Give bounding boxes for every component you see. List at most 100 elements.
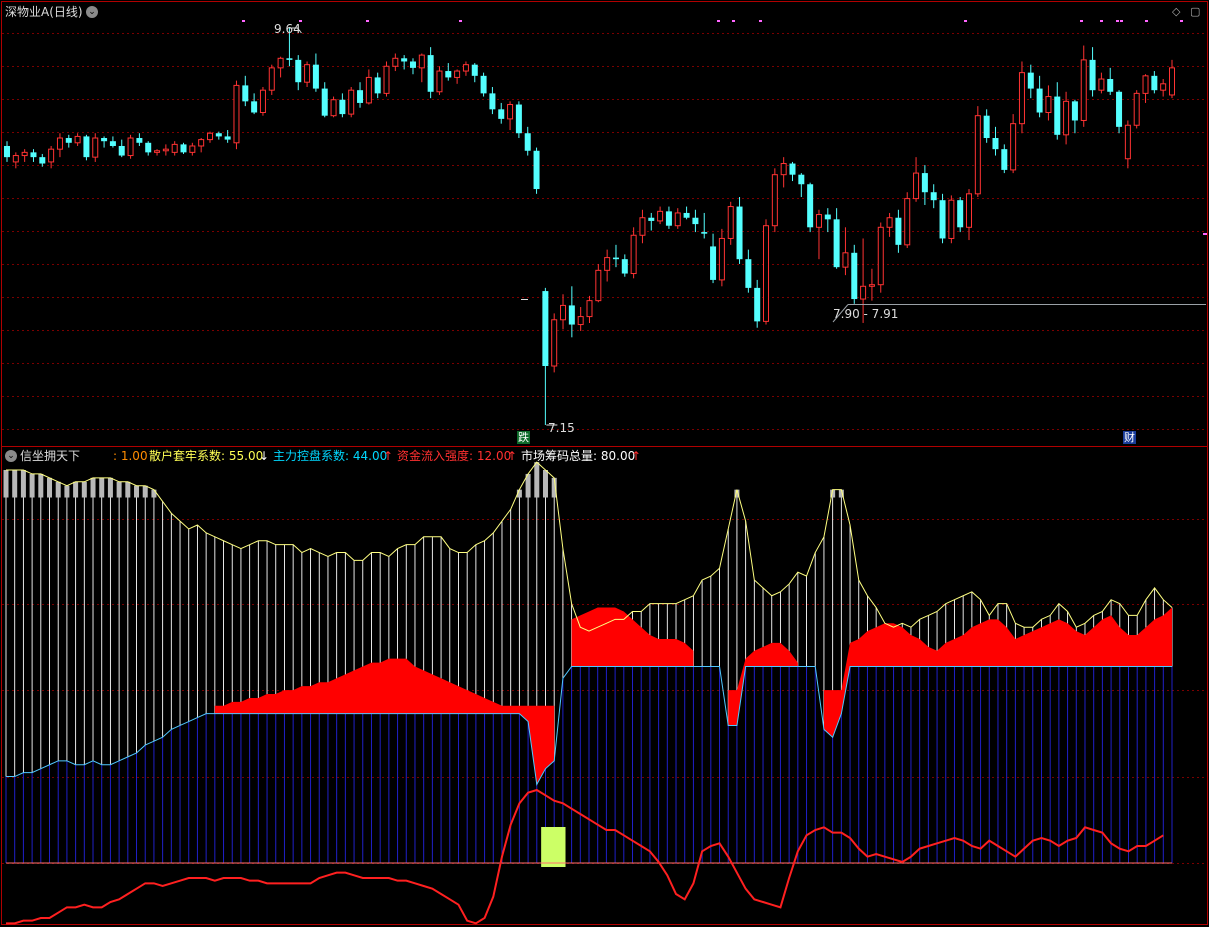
candle-body: [1160, 83, 1167, 91]
candle-body: [577, 316, 584, 326]
candle-body: [215, 133, 222, 137]
candle-body: [304, 64, 311, 83]
chevron-down-icon[interactable]: ⌄: [86, 6, 98, 18]
candle-body: [815, 214, 822, 228]
candle-body: [860, 285, 867, 300]
candle-body: [189, 145, 196, 153]
candle-body: [471, 64, 478, 76]
event-flag-finance[interactable]: 财: [1123, 431, 1136, 444]
candle-body: [1151, 75, 1158, 91]
gray-cap: [116, 481, 122, 498]
candle-body: [683, 212, 690, 218]
candle-body: [92, 137, 99, 158]
candle-body: [595, 269, 602, 302]
candle-body: [145, 142, 152, 153]
candle-body: [630, 234, 637, 275]
candle-body: [824, 214, 831, 220]
gray-cap: [99, 477, 105, 498]
candle-body: [648, 217, 655, 221]
candle-body: [418, 54, 425, 69]
arrow-up-icon: ↑: [631, 449, 642, 463]
candle-body: [206, 132, 213, 141]
legend-item-chips: 市场筹码总量: 80.00: [521, 449, 636, 463]
candle-body: [154, 150, 161, 153]
candle-body: [339, 99, 346, 115]
candle-body: [754, 287, 761, 322]
maximize-icon[interactable]: ▢: [1190, 5, 1200, 19]
main-panel-title: 深物业A(日线): [5, 5, 83, 19]
candle-body: [109, 141, 116, 146]
candle-body: [745, 259, 752, 288]
green-block: [541, 827, 566, 867]
stock-chart-window: 深物业A(日线) ⌄ ◇ ▢ 9.64 7.15 7.90 - 7.91 跌 财…: [0, 0, 1209, 927]
candle-body: [321, 88, 328, 116]
candle-body: [409, 61, 416, 68]
candle-body: [21, 151, 28, 157]
gray-cap: [107, 477, 113, 498]
candle-body: [436, 70, 443, 93]
candle-body: [763, 225, 770, 322]
candle-body: [904, 198, 911, 246]
candle-body: [1133, 92, 1140, 126]
candle-body: [462, 64, 469, 72]
candle-body: [83, 136, 90, 158]
candle-body: [736, 206, 743, 260]
candle-body: [357, 90, 364, 103]
candle-body: [127, 137, 134, 157]
candle-body: [727, 206, 734, 239]
gray-cap: [90, 477, 96, 498]
candle-body: [913, 172, 920, 200]
event-marker: [1116, 20, 1119, 22]
candle-body: [895, 217, 902, 245]
candle-body: [877, 226, 884, 286]
candle-body: [12, 155, 19, 163]
chevron-down-icon[interactable]: ⌄: [5, 450, 17, 462]
candle-body: [330, 99, 337, 117]
candle-body: [507, 104, 514, 120]
candle-body: [780, 163, 787, 176]
candle-body: [542, 291, 549, 367]
legend-item-inflow: 资金流入强度: 12.00: [397, 449, 512, 463]
candle-body: [701, 232, 708, 234]
candle-body: [374, 77, 381, 94]
candle-body: [1080, 59, 1087, 121]
gray-cap: [47, 477, 53, 498]
candle-body: [665, 211, 672, 226]
event-marker: [732, 20, 735, 22]
indicator-name: 信坐拥天下: [20, 449, 81, 463]
price-low-label: 7.15: [548, 421, 575, 435]
candle-body: [383, 65, 390, 94]
candle-body: [30, 152, 37, 158]
candle-body: [957, 200, 964, 228]
candle-body: [365, 76, 372, 104]
candle-body: [948, 199, 955, 239]
legend-item-main-force: 主力控盘系数: 44.00: [273, 449, 388, 463]
gray-cap: [73, 481, 79, 498]
gray-cap: [134, 485, 140, 498]
candle-body: [983, 115, 990, 139]
diamond-icon[interactable]: ◇: [1172, 5, 1180, 19]
candle-body: [833, 219, 840, 268]
candle-body: [56, 137, 63, 150]
candle-body: [1045, 96, 1052, 114]
candle-body: [427, 55, 434, 92]
arrow-up-icon: ↑: [507, 449, 518, 463]
candle-body: [4, 145, 10, 158]
candle-body: [286, 58, 293, 60]
candle-body: [1054, 96, 1061, 135]
chart-canvas[interactable]: [0, 0, 1209, 927]
candle-body: [65, 138, 72, 143]
event-marker: [242, 20, 245, 22]
candle-body: [966, 193, 973, 228]
candle-body: [180, 144, 187, 153]
candle-body: [939, 200, 946, 239]
candle-body: [798, 174, 805, 185]
candle-body: [277, 57, 284, 69]
event-flag-down[interactable]: 跌: [517, 431, 530, 444]
candle-body: [1116, 91, 1123, 127]
candle-body: [551, 319, 558, 367]
candle-body: [101, 138, 108, 142]
candle-body: [639, 217, 646, 236]
crosshair-price-label: 7.90 - 7.91: [833, 307, 899, 321]
candle-body: [807, 184, 814, 228]
